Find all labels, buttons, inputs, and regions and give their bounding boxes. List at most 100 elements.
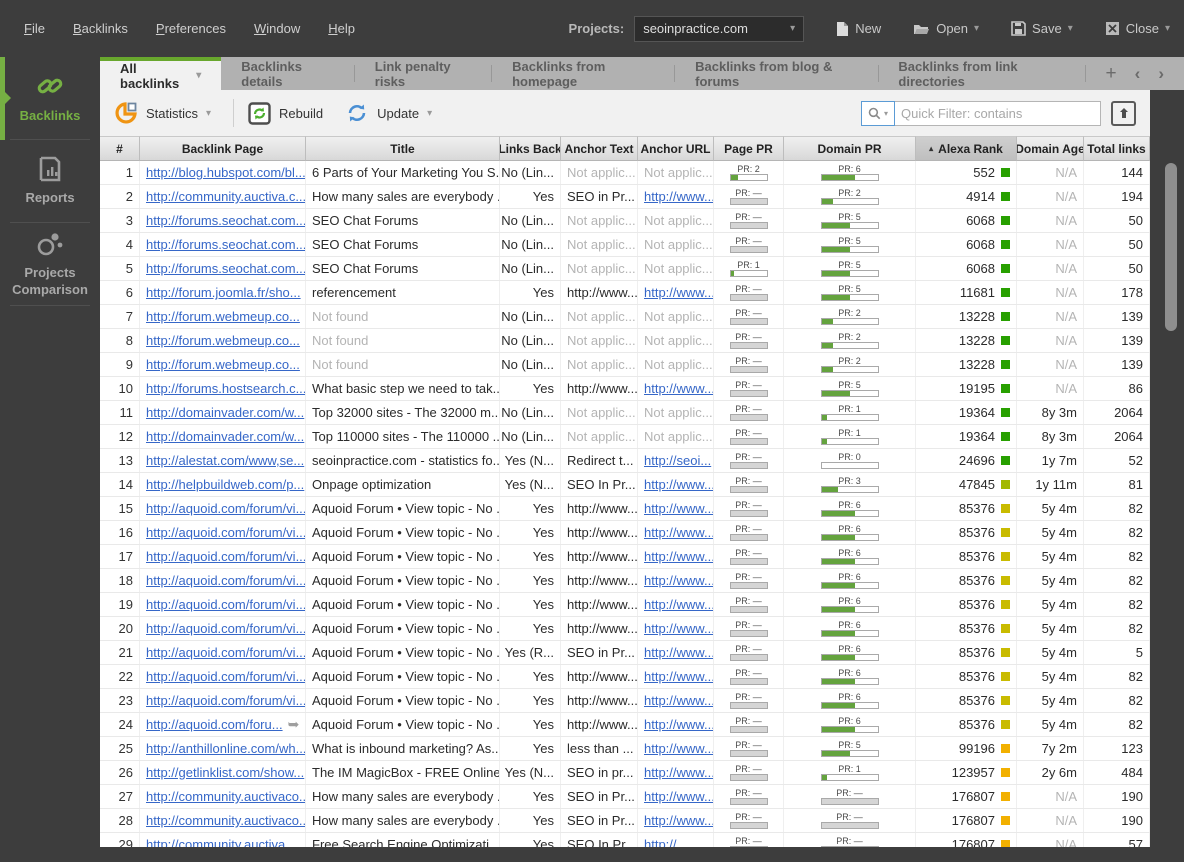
anchor-url-link[interactable]: http://www.... — [644, 597, 713, 612]
backlink-page-link[interactable]: http://anthillonline.com/wh... — [146, 741, 305, 756]
table-row[interactable]: 19 http://aquoid.com/forum/vi... Aquoid Fo… — [100, 593, 1150, 617]
table-row[interactable]: 17 http://aquoid.com/forum/vi... Aquoid Fo… — [100, 545, 1150, 569]
table-row[interactable]: 1 http://blog.hubspot.com/bl... 6 Parts of… — [100, 161, 1150, 185]
backlink-page-link[interactable]: http://forums.hostsearch.c... — [146, 381, 305, 396]
menu-item-backlinks[interactable]: Backlinks — [73, 21, 128, 36]
table-row[interactable]: 6 http://forum.joomla.fr/sho... referencem… — [100, 281, 1150, 305]
table-row[interactable]: 11 http://domainvader.com/w... Top 32000 s… — [100, 401, 1150, 425]
tab-backlinks-from-blog-forums[interactable]: Backlinks from blog & forums — [675, 57, 877, 90]
backlink-page-link[interactable]: http://aquoid.com/forum/vi... — [146, 669, 305, 684]
backlink-page-link[interactable]: http://community.auctiva... — [146, 837, 296, 847]
backlink-page-link[interactable]: http://community.auctiva.c... — [146, 189, 305, 204]
table-row[interactable]: 18 http://aquoid.com/forum/vi... Aquoid Fo… — [100, 569, 1150, 593]
backlink-page-link[interactable]: http://aquoid.com/forum/vi... — [146, 525, 305, 540]
column-header-total-links[interactable]: Total links — [1084, 136, 1150, 161]
tab-backlinks-from-link-directories[interactable]: Backlinks from link directories — [878, 57, 1084, 90]
column-header-backlink-page[interactable]: Backlink Page — [140, 136, 306, 161]
table-row[interactable]: 15 http://aquoid.com/forum/vi... Aquoid Fo… — [100, 497, 1150, 521]
table-row[interactable]: 12 http://domainvader.com/w... Top 110000 … — [100, 425, 1150, 449]
backlink-page-link[interactable]: http://helpbuildweb.com/p... — [146, 477, 304, 492]
table-row[interactable]: 8 http://forum.webmeup.co... Not found No (… — [100, 329, 1150, 353]
column-header-title[interactable]: Title — [306, 136, 500, 161]
table-row[interactable]: 25 http://anthillonline.com/wh... What is … — [100, 737, 1150, 761]
save-project-button[interactable]: Save ▾ — [1011, 21, 1073, 36]
anchor-url-link[interactable]: http://www.... — [644, 813, 713, 828]
table-row[interactable]: 27 http://community.auctivaco... How many … — [100, 785, 1150, 809]
column-header-anchor-url[interactable]: Anchor URL — [638, 136, 714, 161]
column-header-domain-pr[interactable]: Domain PR — [784, 136, 916, 161]
backlink-page-link[interactable]: http://community.auctivaco... — [146, 789, 305, 804]
table-row[interactable]: 4 http://forums.seochat.com... SEO Chat Fo… — [100, 233, 1150, 257]
sidebar-item-reports[interactable]: Reports — [10, 140, 90, 223]
tab-backlinks-details[interactable]: Backlinks details — [221, 57, 354, 90]
backlink-page-link[interactable]: http://forum.webmeup.co... — [146, 309, 300, 324]
anchor-url-link[interactable]: http://... — [644, 837, 687, 847]
new-project-button[interactable]: New — [836, 21, 881, 37]
anchor-url-link[interactable]: http://www.... — [644, 189, 713, 204]
anchor-url-link[interactable]: http://seoi... — [644, 453, 711, 468]
anchor-url-link[interactable]: http://www.... — [644, 501, 713, 516]
anchor-url-link[interactable]: http://www.... — [644, 285, 713, 300]
backlink-page-link[interactable]: http://forums.seochat.com... — [146, 261, 305, 276]
close-project-button[interactable]: Close ▾ — [1105, 21, 1170, 36]
tabs-scroll-right-button[interactable]: › — [1158, 64, 1164, 84]
table-row[interactable]: 29 http://community.auctiva... Free Search… — [100, 833, 1150, 847]
column-header-alexa-rank[interactable]: ▴ Alexa Rank — [916, 136, 1017, 161]
table-row[interactable]: 10 http://forums.hostsearch.c... What basi… — [100, 377, 1150, 401]
anchor-url-link[interactable]: http://www.... — [644, 717, 713, 732]
backlink-page-link[interactable]: http://forum.webmeup.co... — [146, 357, 300, 372]
anchor-url-link[interactable]: http://www.... — [644, 477, 713, 492]
backlink-page-link[interactable]: http://aquoid.com/forum/vi... — [146, 501, 305, 516]
anchor-url-link[interactable]: http://www.... — [644, 525, 713, 540]
table-row[interactable]: 14 http://helpbuildweb.com/p... Onpage opt… — [100, 473, 1150, 497]
open-project-button[interactable]: Open ▾ — [913, 21, 979, 36]
table-row[interactable]: 22 http://aquoid.com/forum/vi... Aquoid Fo… — [100, 665, 1150, 689]
backlink-page-link[interactable]: http://aquoid.com/forum/vi... — [146, 573, 305, 588]
add-workspace-button[interactable]: + — [1106, 64, 1117, 83]
anchor-url-link[interactable]: http://www.... — [644, 645, 713, 660]
tabs-scroll-left-button[interactable]: ‹ — [1135, 64, 1141, 84]
column-header-page-pr[interactable]: Page PR — [714, 136, 784, 161]
table-row[interactable]: 26 http://getlinklist.com/show... The IM M… — [100, 761, 1150, 785]
backlink-page-link[interactable]: http://aquoid.com/forum/vi... — [146, 549, 305, 564]
export-button[interactable] — [1111, 100, 1136, 126]
statistics-button[interactable]: Statistics ▾ — [114, 101, 211, 125]
vertical-scrollbar[interactable] — [1150, 90, 1184, 862]
backlink-page-link[interactable]: http://forum.webmeup.co... — [146, 333, 300, 348]
table-row[interactable]: 7 http://forum.webmeup.co... Not found No (… — [100, 305, 1150, 329]
column-header--[interactable]: # — [100, 136, 140, 161]
anchor-url-link[interactable]: http://www.... — [644, 789, 713, 804]
menu-item-window[interactable]: Window — [254, 21, 300, 36]
backlink-page-link[interactable]: http://forums.seochat.com... — [146, 237, 305, 252]
tab-all-backlinks[interactable]: All backlinks ▾ — [100, 57, 222, 91]
table-row[interactable]: 3 http://forums.seochat.com... SEO Chat Fo… — [100, 209, 1150, 233]
backlink-page-link[interactable]: http://aquoid.com/forum/vi... — [146, 621, 305, 636]
anchor-url-link[interactable]: http://www.... — [644, 381, 713, 396]
table-row[interactable]: 21 http://aquoid.com/forum/vi... Aquoid Fo… — [100, 641, 1150, 665]
anchor-url-link[interactable]: http://www.... — [644, 741, 713, 756]
backlink-page-link[interactable]: http://forum.joomla.fr/sho... — [146, 285, 301, 300]
table-row[interactable]: 16 http://aquoid.com/forum/vi... Aquoid Fo… — [100, 521, 1150, 545]
backlink-page-link[interactable]: http://forums.seochat.com... — [146, 213, 305, 228]
scrollbar-thumb[interactable] — [1165, 163, 1177, 331]
backlink-page-link[interactable]: http://domainvader.com/w... — [146, 429, 304, 444]
anchor-url-link[interactable]: http://www.... — [644, 693, 713, 708]
anchor-url-link[interactable]: http://www.... — [644, 573, 713, 588]
menu-item-help[interactable]: Help — [328, 21, 355, 36]
update-button[interactable]: Update ▾ — [345, 101, 432, 125]
menu-item-preferences[interactable]: Preferences — [156, 21, 226, 36]
column-header-anchor-text[interactable]: Anchor Text — [561, 136, 638, 161]
backlink-page-link[interactable]: http://aquoid.com/forum/vi... — [146, 645, 305, 660]
menu-item-file[interactable]: File — [24, 21, 45, 36]
backlink-page-link[interactable]: http://aquoid.com/forum/vi... — [146, 693, 305, 708]
column-header-links-back[interactable]: Links Back — [500, 136, 561, 161]
table-row[interactable]: 28 http://community.auctivaco... How many … — [100, 809, 1150, 833]
table-row[interactable]: 20 http://aquoid.com/forum/vi... Aquoid Fo… — [100, 617, 1150, 641]
tab-backlinks-from-homepage[interactable]: Backlinks from homepage — [492, 57, 674, 90]
table-row[interactable]: 9 http://forum.webmeup.co... Not found No (… — [100, 353, 1150, 377]
filter-mode-button[interactable]: ▾ — [861, 100, 895, 126]
rebuild-button[interactable]: Rebuild — [248, 101, 323, 125]
backlink-page-link[interactable]: http://alestat.com/www,se... — [146, 453, 304, 468]
anchor-url-link[interactable]: http://www.... — [644, 669, 713, 684]
anchor-url-link[interactable]: http://www.... — [644, 765, 713, 780]
